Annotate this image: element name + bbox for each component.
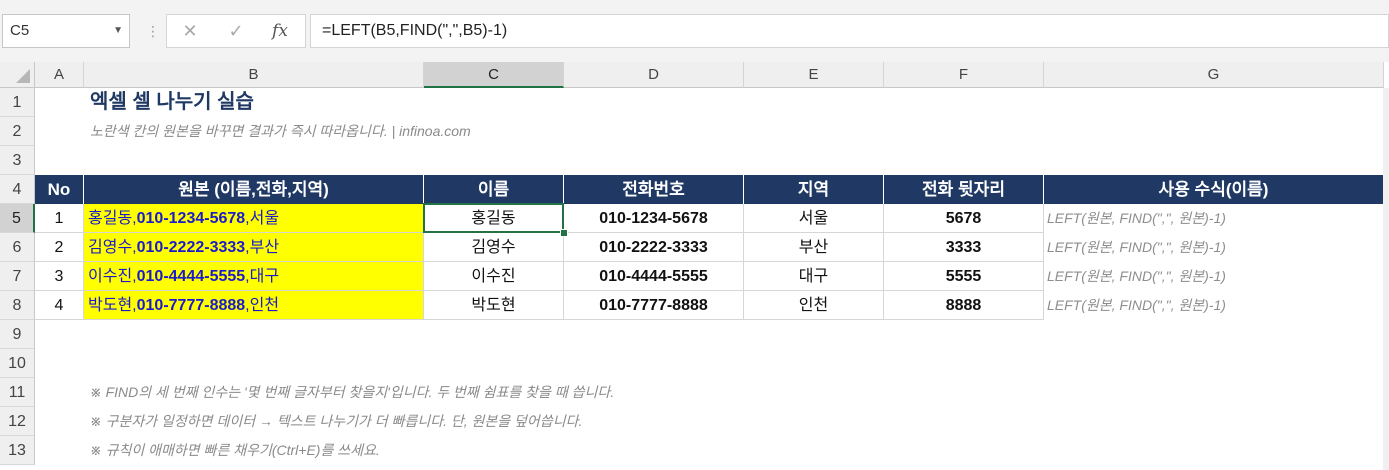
fill-handle[interactable]: [560, 229, 568, 237]
source-phone: 010-7777-8888: [136, 297, 246, 314]
cell-name[interactable]: 홍길동: [424, 204, 564, 233]
vertical-scrollbar[interactable]: [1383, 88, 1389, 470]
table-header-e[interactable]: 지역: [744, 175, 884, 204]
table-header-f[interactable]: 전화 뒷자리: [884, 175, 1044, 204]
row-header-3[interactable]: 3: [0, 146, 35, 175]
cell-phone[interactable]: 010-4444-5555: [564, 262, 744, 291]
cell-no[interactable]: 2: [35, 233, 84, 262]
name-box-value: C5: [10, 22, 30, 39]
cell-region[interactable]: 대구: [744, 262, 884, 291]
table-header-b[interactable]: 원본 (이름,전화,지역): [84, 175, 424, 204]
column-header-f[interactable]: F: [884, 62, 1044, 88]
row-header-7[interactable]: 7: [0, 262, 35, 291]
source-phone: 010-2222-3333: [136, 239, 246, 256]
column-header-a[interactable]: A: [35, 62, 84, 88]
cell-formula-text[interactable]: LEFT(원본, FIND(",", 원본)-1): [1044, 262, 1384, 291]
cell-phone[interactable]: 010-2222-3333: [564, 233, 744, 262]
cell-last4[interactable]: 8888: [884, 291, 1044, 320]
note-text[interactable]: ※ FIND의 세 번째 인수는 '몇 번째 글자부터 찾을지'입니다. 두 번…: [84, 378, 614, 407]
worksheet-grid: A B C D E F G 1 2 3 4 5 6 7 8 9 10 11 12 13 엑셀 셀 나누기 실습 노란색 칸…: [0, 62, 1389, 470]
table-header-c[interactable]: 이름: [424, 175, 564, 204]
cell-region[interactable]: 부산: [744, 233, 884, 262]
cell-phone[interactable]: 010-7777-8888: [564, 291, 744, 320]
column-header-c[interactable]: C: [424, 62, 564, 88]
column-header-g[interactable]: G: [1044, 62, 1384, 88]
cell-formula-text[interactable]: LEFT(원본, FIND(",", 원본)-1): [1044, 291, 1384, 320]
row-header-6[interactable]: 6: [0, 233, 35, 262]
row-header-4[interactable]: 4: [0, 175, 35, 204]
row-header-11[interactable]: 11: [0, 378, 35, 407]
source-name: 김영수: [88, 239, 133, 256]
chevron-down-icon[interactable]: ▼: [113, 15, 123, 47]
cell-last4[interactable]: 5678: [884, 204, 1044, 233]
row-header-1[interactable]: 1: [0, 88, 35, 117]
source-name: 박도현: [88, 297, 133, 314]
cell-no[interactable]: 1: [35, 204, 84, 233]
source-phone: 010-4444-5555: [136, 268, 246, 285]
source-phone: 010-1234-5678: [136, 210, 246, 227]
cell-name[interactable]: 이수진: [424, 262, 564, 291]
cell-no[interactable]: 3: [35, 262, 84, 291]
source-cell[interactable]: 홍길동,010-1234-5678,서울: [84, 204, 424, 233]
source-region: 인천: [249, 297, 280, 314]
source-region: 대구: [249, 268, 280, 285]
cancel-icon[interactable]: ✕: [175, 15, 205, 47]
row-header-5[interactable]: 5: [0, 204, 35, 233]
cell-name[interactable]: 박도현: [424, 291, 564, 320]
cell-region[interactable]: 서울: [744, 204, 884, 233]
source-cell[interactable]: 이수진,010-4444-5555,대구: [84, 262, 424, 291]
enter-icon[interactable]: ✓: [221, 15, 251, 47]
cell-last4[interactable]: 5555: [884, 262, 1044, 291]
source-region: 서울: [249, 210, 280, 227]
table-header-g[interactable]: 사용 수식(이름): [1044, 175, 1384, 204]
sheet-subtitle[interactable]: 노란색 칸의 원본을 바꾸면 결과가 즉시 따라옵니다. | infinoa.c…: [84, 117, 471, 146]
note-text[interactable]: ※ 구분자가 일정하면 데이터 → 텍스트 나누기가 더 빠릅니다. 단, 원본…: [84, 407, 582, 436]
table-header-d[interactable]: 전화번호: [564, 175, 744, 204]
cell-last4[interactable]: 3333: [884, 233, 1044, 262]
row-header-9[interactable]: 9: [0, 320, 35, 349]
table-header-a[interactable]: No: [35, 175, 84, 204]
row-header-2[interactable]: 2: [0, 117, 35, 146]
source-cell[interactable]: 박도현,010-7777-8888,인천: [84, 291, 424, 320]
formula-bar: C5 ▼ ⋮ ✕ ✓ fx =LEFT(B5,FIND(",",B5)-1): [0, 0, 1389, 62]
row-header-13[interactable]: 13: [0, 436, 35, 465]
name-box[interactable]: C5 ▼: [2, 14, 130, 48]
sheet-title[interactable]: 엑셀 셀 나누기 실습: [84, 88, 254, 117]
cell-no[interactable]: 4: [35, 291, 84, 320]
cell-formula-text[interactable]: LEFT(원본, FIND(",", 원본)-1): [1044, 233, 1384, 262]
source-name: 이수진: [88, 268, 133, 285]
formula-input[interactable]: =LEFT(B5,FIND(",",B5)-1): [310, 14, 1389, 48]
column-header-d[interactable]: D: [564, 62, 744, 88]
column-header-b[interactable]: B: [84, 62, 424, 88]
source-name: 홍길동: [88, 210, 133, 227]
row-header-10[interactable]: 10: [0, 349, 35, 378]
cell-region[interactable]: 인천: [744, 291, 884, 320]
row-header-12[interactable]: 12: [0, 407, 35, 436]
source-region: 부산: [249, 239, 280, 256]
cell-phone[interactable]: 010-1234-5678: [564, 204, 744, 233]
cell-name[interactable]: 김영수: [424, 233, 564, 262]
source-cell[interactable]: 김영수,010-2222-3333,부산: [84, 233, 424, 262]
column-header-e[interactable]: E: [744, 62, 884, 88]
note-text[interactable]: ※ 규칙이 애매하면 빠른 채우기(Ctrl+E)를 쓰세요.: [84, 436, 380, 465]
drag-handle-icon[interactable]: ⋮: [146, 20, 160, 42]
select-all-button[interactable]: [0, 62, 35, 88]
cell-formula-text[interactable]: LEFT(원본, FIND(",", 원본)-1): [1044, 204, 1384, 233]
row-header-8[interactable]: 8: [0, 291, 35, 320]
formula-buttons: ✕ ✓ fx: [166, 14, 306, 48]
insert-function-icon[interactable]: fx: [265, 15, 295, 47]
